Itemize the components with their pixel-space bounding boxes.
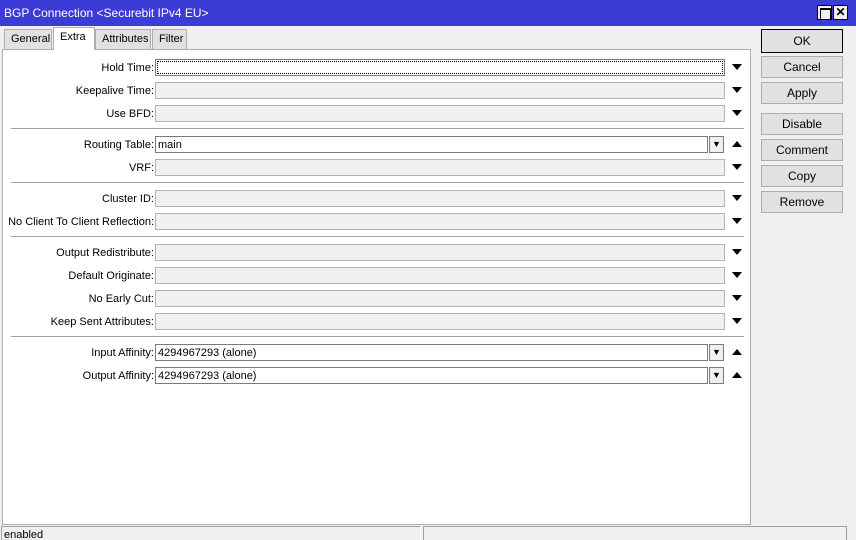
keep-sent-attributes-expand-icon[interactable] (732, 318, 742, 324)
routing-table-field[interactable]: main (155, 136, 708, 153)
keep-sent-attributes-field[interactable] (155, 313, 725, 330)
separator (11, 236, 744, 238)
separator (11, 336, 744, 338)
hold-time-field[interactable] (155, 59, 725, 76)
output-affinity-field[interactable]: 4294967293 (alone) (155, 367, 708, 384)
use-bfd-label: Use BFD: (106, 108, 154, 120)
cancel-button[interactable]: Cancel (761, 56, 843, 78)
input-affinity-collapse-icon[interactable] (732, 349, 742, 355)
disable-button[interactable]: Disable (761, 113, 843, 135)
output-redistribute-expand-icon[interactable] (732, 249, 742, 255)
output-redistribute-row: Output Redistribute: (3, 244, 748, 262)
routing-table-label: Routing Table: (83, 139, 154, 151)
default-originate-expand-icon[interactable] (732, 272, 742, 278)
extra-tab-panel: Hold Time: Keepalive Time: Use BFD: Rout… (2, 49, 751, 525)
window-title: BGP Connection <Securebit IPv4 EU> (4, 6, 209, 20)
vrf-expand-icon[interactable] (732, 164, 742, 170)
vrf-label: VRF: (128, 162, 154, 174)
tab-general[interactable]: General (4, 29, 52, 49)
keepalive-time-field[interactable] (155, 82, 725, 99)
comment-button[interactable]: Comment (761, 139, 843, 161)
no-client-reflection-field[interactable] (155, 213, 725, 230)
keepalive-time-label: Keepalive Time: (75, 85, 154, 97)
keepalive-time-expand-icon[interactable] (732, 87, 742, 93)
output-affinity-dropdown-icon[interactable]: ▼ (709, 367, 724, 384)
keep-sent-attributes-label: Keep Sent Attributes: (50, 316, 154, 328)
copy-button[interactable]: Copy (761, 165, 843, 187)
input-affinity-field[interactable]: 4294967293 (alone) (155, 344, 708, 361)
apply-button[interactable]: Apply (761, 82, 843, 104)
no-client-reflection-row: No Client To Client Reflection: (3, 213, 748, 231)
default-originate-label: Default Originate: (68, 270, 154, 282)
default-originate-row: Default Originate: (3, 267, 748, 285)
input-affinity-row: Input Affinity: 4294967293 (alone) ▼ (3, 344, 748, 362)
output-affinity-label: Output Affinity: (82, 370, 154, 382)
hold-time-row: Hold Time: (3, 59, 748, 77)
no-early-cut-row: No Early Cut: (3, 290, 748, 308)
output-affinity-row: Output Affinity: 4294967293 (alone) ▼ (3, 367, 748, 385)
hold-time-expand-icon[interactable] (732, 64, 742, 70)
cluster-id-expand-icon[interactable] (732, 195, 742, 201)
no-client-reflection-expand-icon[interactable] (732, 218, 742, 224)
use-bfd-expand-icon[interactable] (732, 110, 742, 116)
output-redistribute-label: Output Redistribute: (56, 247, 154, 259)
no-early-cut-label: No Early Cut: (88, 293, 154, 305)
routing-table-dropdown-icon[interactable]: ▼ (709, 136, 724, 153)
use-bfd-field[interactable] (155, 105, 725, 122)
vrf-row: VRF: (3, 159, 748, 177)
cluster-id-field[interactable] (155, 190, 725, 207)
ok-button[interactable]: OK (761, 29, 843, 53)
keep-sent-attributes-row: Keep Sent Attributes: (3, 313, 748, 331)
keepalive-time-row: Keepalive Time: (3, 82, 748, 100)
routing-table-row: Routing Table: main ▼ (3, 136, 748, 154)
cluster-id-label: Cluster ID: (102, 193, 154, 205)
use-bfd-row: Use BFD: (3, 105, 748, 123)
tab-extra[interactable]: Extra (53, 27, 95, 50)
output-redistribute-field[interactable] (155, 244, 725, 261)
hold-time-label: Hold Time: (101, 62, 154, 74)
cluster-id-row: Cluster ID: (3, 190, 748, 208)
title-bar: BGP Connection <Securebit IPv4 EU> ✕ (0, 0, 856, 26)
no-client-reflection-label: No Client To Client Reflection: (8, 216, 154, 228)
vrf-field[interactable] (155, 159, 725, 176)
routing-table-collapse-icon[interactable] (732, 141, 742, 147)
maximize-icon[interactable] (817, 5, 832, 20)
status-bar: enabled (0, 526, 856, 540)
tab-filter[interactable]: Filter (152, 29, 187, 49)
close-icon[interactable]: ✕ (833, 5, 848, 20)
input-affinity-dropdown-icon[interactable]: ▼ (709, 344, 724, 361)
remove-button[interactable]: Remove (761, 191, 843, 213)
default-originate-field[interactable] (155, 267, 725, 284)
no-early-cut-expand-icon[interactable] (732, 295, 742, 301)
no-early-cut-field[interactable] (155, 290, 725, 307)
separator (11, 128, 744, 130)
input-affinity-label: Input Affinity: (91, 347, 154, 359)
separator (11, 182, 744, 184)
output-affinity-collapse-icon[interactable] (732, 372, 742, 378)
tab-attributes[interactable]: Attributes (95, 29, 151, 49)
